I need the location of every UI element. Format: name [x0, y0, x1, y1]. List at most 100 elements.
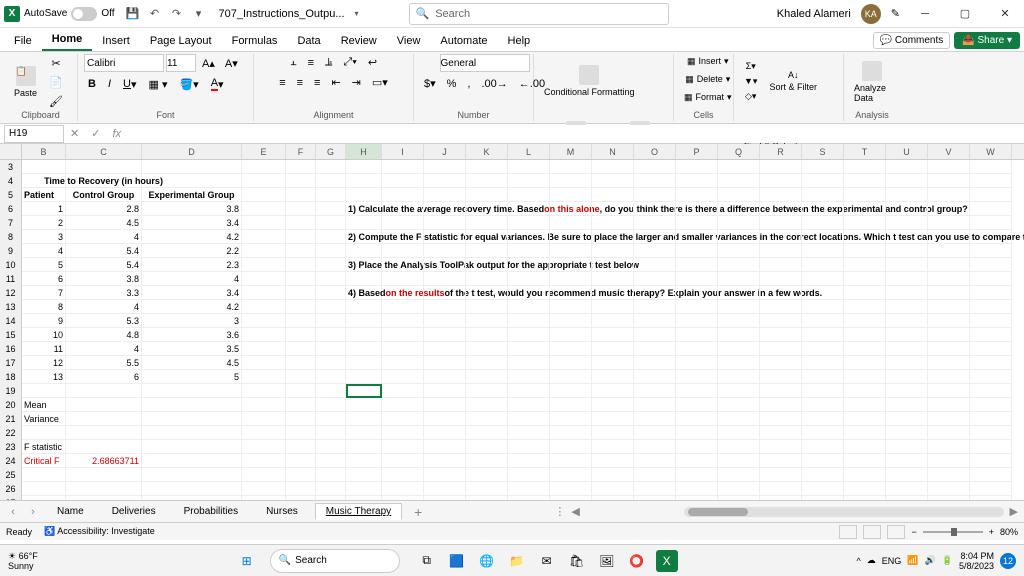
paste-button[interactable]: 📋Paste [10, 55, 41, 109]
task-view-icon[interactable]: ⧉ [416, 550, 438, 572]
copilot-icon[interactable]: 🟦 [446, 550, 468, 572]
increase-decimal-icon[interactable]: .00→ [477, 75, 511, 92]
row-header-12[interactable]: 12 [0, 286, 22, 300]
col-header-C[interactable]: C [66, 144, 142, 159]
tab-view[interactable]: View [387, 31, 431, 51]
tab-page-layout[interactable]: Page Layout [140, 31, 222, 51]
start-icon[interactable]: ⊞ [236, 550, 258, 572]
autosave-toggle[interactable]: AutoSave Off [24, 7, 115, 21]
enter-icon[interactable]: ✓ [91, 127, 100, 140]
onedrive-icon[interactable]: ☁ [867, 555, 876, 566]
close-button[interactable]: ✕ [990, 2, 1020, 26]
formula-input[interactable] [127, 125, 1024, 143]
col-header-Q[interactable]: Q [718, 144, 760, 159]
col-header-J[interactable]: J [424, 144, 466, 159]
scroll-right-icon[interactable]: ▶ [1010, 505, 1018, 518]
zoom-out-button[interactable]: − [911, 527, 916, 537]
col-header-R[interactable]: R [760, 144, 802, 159]
tab-formulas[interactable]: Formulas [222, 31, 288, 51]
volume-icon[interactable]: 🔊 [925, 555, 936, 566]
cell-C9[interactable]: 5.4 [66, 244, 142, 258]
orientation-icon[interactable]: ⤢▾ [339, 54, 360, 71]
cell-D10[interactable]: 2.3 [142, 258, 242, 272]
row-header-22[interactable]: 22 [0, 426, 22, 440]
row-header-7[interactable]: 7 [0, 216, 22, 230]
cell-C12[interactable]: 3.3 [66, 286, 142, 300]
row-header-18[interactable]: 18 [0, 370, 22, 384]
redo-icon[interactable]: ↷ [169, 6, 185, 22]
cell-C7[interactable]: 4.5 [66, 216, 142, 230]
col-header-W[interactable]: W [970, 144, 1012, 159]
row-header-27[interactable]: 27 [0, 496, 22, 500]
tab-data[interactable]: Data [287, 31, 330, 51]
cell-C16[interactable]: 4 [66, 342, 142, 356]
language-indicator[interactable]: ENG [882, 556, 902, 566]
wrap-text-icon[interactable]: ↩ [364, 54, 381, 71]
filename[interactable]: 707_Instructions_Outpu... [219, 8, 345, 20]
scroll-left-icon[interactable]: ◀ [571, 505, 579, 518]
conditional-formatting-button[interactable]: Conditional Formatting [540, 54, 639, 108]
cell-B9[interactable]: 4 [22, 244, 66, 258]
cell-D12[interactable]: 3.4 [142, 286, 242, 300]
edge-icon[interactable]: 🌐 [476, 550, 498, 572]
row-header-8[interactable]: 8 [0, 230, 22, 244]
cell-C18[interactable]: 6 [66, 370, 142, 384]
photos-icon[interactable]: 🖼 [596, 550, 618, 572]
cell-D13[interactable]: 4.2 [142, 300, 242, 314]
weather-widget[interactable]: ☀ 66°F Sunny [8, 551, 38, 571]
mail-icon[interactable]: ✉ [536, 550, 558, 572]
comma-icon[interactable]: , [463, 75, 474, 92]
explorer-icon[interactable]: 📁 [506, 550, 528, 572]
cell-B10[interactable]: 5 [22, 258, 66, 272]
username[interactable]: Khaled Alameri [777, 8, 851, 20]
analyze-data-button[interactable]: Analyze Data [850, 55, 894, 109]
cell-C6[interactable]: 2.8 [66, 202, 142, 216]
sheet-nav-prev[interactable]: ‹ [6, 506, 20, 518]
cell-D16[interactable]: 3.5 [142, 342, 242, 356]
col-header-O[interactable]: O [634, 144, 676, 159]
autosum-icon[interactable]: Σ▾ [740, 59, 761, 73]
spreadsheet-grid[interactable]: BCDEFGHIJKLMNOPQRSTUVW 34567891011121314… [0, 144, 1024, 500]
minimize-button[interactable]: ─ [910, 2, 940, 26]
cell-B8[interactable]: 3 [22, 230, 66, 244]
row-header-25[interactable]: 25 [0, 468, 22, 482]
row-header-13[interactable]: 13 [0, 300, 22, 314]
bold-button[interactable]: B [84, 75, 100, 93]
sheet-tab-nurses[interactable]: Nurses [255, 503, 309, 520]
store-icon[interactable]: 🛍 [566, 550, 588, 572]
col-header-H[interactable]: H [346, 144, 382, 159]
cell-B5[interactable]: Patient [22, 188, 66, 202]
cell-H6[interactable]: 1) Calculate the average recovery time. … [346, 202, 382, 216]
chevron-down-icon[interactable]: ▾ [349, 6, 365, 22]
sheet-tab-name[interactable]: Name [46, 503, 95, 520]
cell-B17[interactable]: 12 [22, 356, 66, 370]
row-header-3[interactable]: 3 [0, 160, 22, 174]
row-header-17[interactable]: 17 [0, 356, 22, 370]
cell-C13[interactable]: 4 [66, 300, 142, 314]
cell-C17[interactable]: 5.5 [66, 356, 142, 370]
add-sheet-button[interactable]: + [408, 504, 428, 520]
cell-B23[interactable]: F statistic [22, 440, 66, 454]
cell-C24[interactable]: 2.68663711 [66, 454, 142, 468]
fx-icon[interactable]: fx [112, 128, 121, 140]
cell-C8[interactable]: 4 [66, 230, 142, 244]
percent-icon[interactable]: % [443, 75, 461, 92]
zoom-slider[interactable] [923, 531, 983, 533]
fill-icon[interactable]: ▼▾ [740, 74, 761, 88]
page-break-view-button[interactable] [887, 525, 905, 539]
align-bottom-icon[interactable]: ⫡ [321, 54, 336, 71]
decrease-font-icon[interactable]: A▾ [221, 55, 242, 72]
row-header-19[interactable]: 19 [0, 384, 22, 398]
cell-C10[interactable]: 5.4 [66, 258, 142, 272]
cell-H8[interactable]: 2) Compute the F statistic for equal var… [346, 230, 382, 244]
border-icon[interactable]: ▦ ▾ [145, 75, 172, 93]
tab-menu-icon[interactable]: ⋮ [554, 505, 565, 518]
col-header-L[interactable]: L [508, 144, 550, 159]
row-header-15[interactable]: 15 [0, 328, 22, 342]
row-header-10[interactable]: 10 [0, 258, 22, 272]
cell-C5[interactable]: Control Group [66, 188, 142, 202]
sheet-nav-next[interactable]: › [26, 506, 40, 518]
row-header-24[interactable]: 24 [0, 454, 22, 468]
toggle-icon[interactable] [71, 7, 97, 21]
page-layout-view-button[interactable] [863, 525, 881, 539]
